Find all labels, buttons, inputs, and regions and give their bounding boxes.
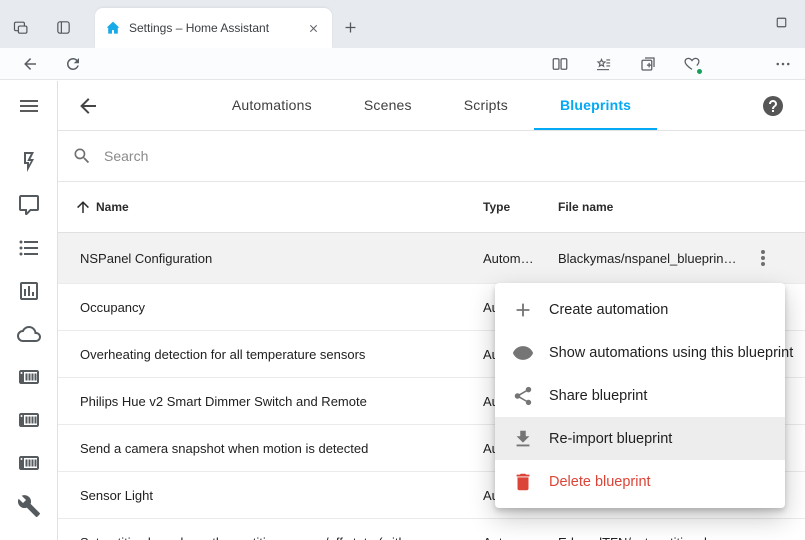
plus-icon [512,299,534,321]
sidebar-menu-icon[interactable] [0,81,57,131]
back-button[interactable] [16,50,44,78]
table-row[interactable]: NSPanel Configuration Autom… Blackymas/n… [58,233,805,284]
menu-item-delete-blueprint[interactable]: Delete blueprint [495,460,785,503]
row-name: Send a camera snapshot when motion is de… [58,441,368,456]
tab-automations[interactable]: Automations [206,81,338,130]
search-bar [58,131,805,182]
menu-item-label: Show automations using this blueprint [549,345,793,361]
browser-essentials-icon[interactable] [678,50,706,78]
browser-window: Settings – Home Assistant Not secure hom… [0,0,805,540]
sidebar-item-server-3[interactable] [17,451,41,475]
tab-scenes[interactable]: Scenes [338,81,438,130]
ha-back-button[interactable] [76,94,100,118]
favorites-icon[interactable] [589,50,617,78]
trash-icon [512,471,534,493]
tab-title: Settings – Home Assistant [129,21,304,35]
ha-sidebar [0,81,58,540]
tab-scripts[interactable]: Scripts [438,81,534,130]
sidebar-item-energy[interactable] [17,150,41,174]
browser-toolbar: Not secure homeassistant.local:8123/... … [0,48,805,80]
collections-icon[interactable] [634,50,662,78]
sidebar-item-tools[interactable] [17,494,41,518]
search-icon [72,146,92,166]
tab-blueprints[interactable]: Blueprints [534,81,657,130]
share-icon [512,385,534,407]
browser-settings-menu-icon[interactable] [769,50,797,78]
sidebar-item-chat[interactable] [17,193,41,217]
menu-item-show-automations[interactable]: Show automations using this blueprint [495,331,785,374]
tab-actions-icon[interactable] [51,15,75,39]
workspaces-icon[interactable] [8,15,32,39]
row-file: EdwardTFN/set_entities_bas… [558,535,763,540]
row-file: Blackymas/nspanel_blueprin… [558,251,763,266]
row-name: Set entities based on other entities new… [58,535,473,540]
row-type: Autom… [483,251,534,266]
blueprint-context-menu: Create automation Show automations using… [495,283,785,508]
sidebar-item-server-1[interactable] [17,365,41,389]
download-icon [512,428,534,450]
row-name: Occupancy [58,300,145,315]
sidebar-item-history[interactable] [17,279,41,303]
row-type: Autom… [483,535,534,540]
eye-icon [512,342,534,364]
column-header-name[interactable]: Name [96,200,129,214]
column-header-file[interactable]: File name [558,200,613,214]
row-name: Overheating detection for all temperatur… [58,347,365,362]
sidebar-item-cloud[interactable] [17,322,41,346]
menu-item-label: Create automation [549,302,668,318]
menu-item-reimport-blueprint[interactable]: Re-import blueprint [495,417,785,460]
row-name: Philips Hue v2 Smart Dimmer Switch and R… [58,394,367,409]
menu-item-share-blueprint[interactable]: Share blueprint [495,374,785,417]
sidebar-item-server-2[interactable] [17,408,41,432]
help-icon[interactable] [761,94,785,118]
essentials-status-dot [696,68,703,75]
search-input[interactable] [104,148,504,164]
new-tab-button[interactable] [338,15,362,39]
column-header-type[interactable]: Type [483,200,510,214]
sidebar-item-logbook[interactable] [17,236,41,260]
browser-tab-strip: Settings – Home Assistant [0,0,805,48]
row-overflow-menu-icon[interactable] [751,246,775,270]
row-name: NSPanel Configuration [58,251,212,266]
refresh-button[interactable] [59,50,87,78]
sort-ascending-icon[interactable] [74,198,92,216]
menu-item-label: Share blueprint [549,388,647,404]
table-row[interactable]: Set entities based on other entities new… [58,519,805,540]
ha-nav-tabs: Automations Scenes Scripts Blueprints [206,81,657,130]
ha-header: Automations Scenes Scripts Blueprints [58,81,805,131]
window-maximize-button[interactable] [769,10,793,34]
row-name: Sensor Light [58,488,153,503]
tab-close-icon[interactable] [304,19,322,37]
menu-item-label: Delete blueprint [549,474,651,490]
menu-item-create-automation[interactable]: Create automation [495,288,785,331]
home-assistant-favicon [105,20,121,36]
split-screen-icon[interactable] [546,50,574,78]
menu-item-label: Re-import blueprint [549,431,672,447]
table-header: Name Type File name [58,182,805,233]
browser-tab[interactable]: Settings – Home Assistant [95,8,332,48]
